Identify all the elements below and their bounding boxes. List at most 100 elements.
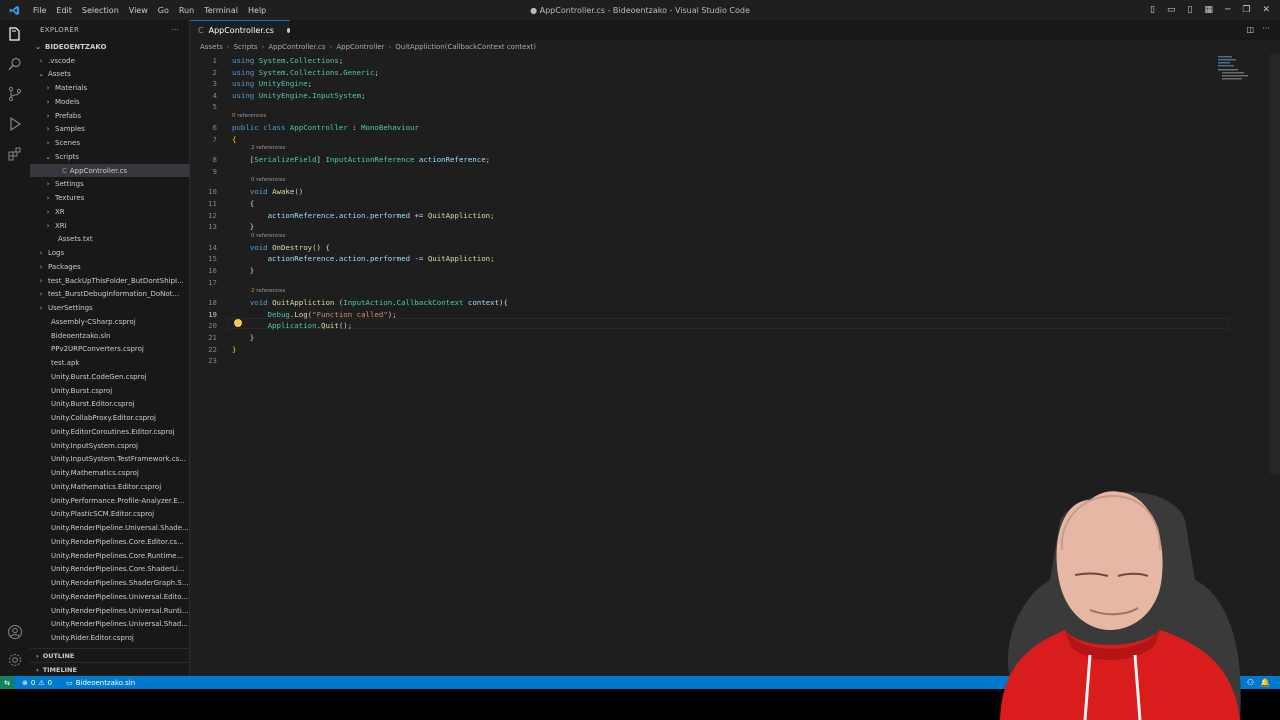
- solution-indicator[interactable]: ▭ Bideoentzako.sln: [66, 679, 135, 687]
- tree-file[interactable]: Unity.EditorCoroutines.Editor.csproj: [30, 425, 190, 438]
- code-line[interactable]: Debug.Log("Function called");: [232, 310, 397, 319]
- workspace-root[interactable]: ⌄ BIDEOENTZAKO: [30, 40, 190, 53]
- tree-file[interactable]: Unity.RenderPipelines.Core.ShaderLi...: [30, 563, 190, 576]
- restore-icon[interactable]: ❐: [1242, 5, 1250, 15]
- tree-folder[interactable]: ⌄ Assets: [30, 68, 190, 81]
- code-line[interactable]: Application.Quit();: [232, 321, 353, 330]
- codelens-references[interactable]: 0 references: [251, 233, 285, 239]
- tree-folder[interactable]: › Packages: [30, 260, 190, 273]
- tree-file[interactable]: Unity.Mathematics.csproj: [30, 467, 190, 480]
- menu-item-help[interactable]: Help: [243, 6, 271, 15]
- problems-indicator[interactable]: ⊗ 0 ⚠ 0: [22, 679, 52, 687]
- menu-item-go[interactable]: Go: [153, 6, 174, 15]
- tree-folder[interactable]: › Prefabs: [30, 109, 190, 122]
- toggle-sidebar-icon[interactable]: ▯: [1150, 5, 1155, 15]
- tree-file[interactable]: Unity.RenderPipeline.Universal.Shade...: [30, 522, 190, 535]
- tree-file[interactable]: Unity.InputSystem.TestFramework.cs...: [30, 453, 190, 466]
- tree-file[interactable]: Unity.RenderPipelines.Universal.Shad...: [30, 618, 190, 631]
- menu-item-file[interactable]: File: [28, 6, 51, 15]
- timeline-section[interactable]: › TIMELINE: [30, 662, 190, 676]
- code-line[interactable]: void OnDestroy() {: [232, 243, 330, 252]
- tree-file[interactable]: Unity.Burst.CodeGen.csproj: [30, 370, 190, 383]
- explorer-icon[interactable]: [7, 26, 23, 42]
- tree-file[interactable]: Assembly-CSharp.csproj: [30, 315, 190, 328]
- breadcrumb-item[interactable]: AppController.cs: [268, 43, 325, 51]
- breadcrumb-item[interactable]: QuitAppliction(CallbackContext context): [395, 43, 536, 51]
- more-actions-icon[interactable]: ···: [171, 26, 179, 34]
- code-line[interactable]: using System.Collections;: [232, 56, 343, 65]
- tree-file[interactable]: Unity.InputSystem.csproj: [30, 439, 190, 452]
- settings-gear-icon[interactable]: [7, 652, 23, 668]
- code-line[interactable]: using System.Collections.Generic;: [232, 68, 379, 77]
- code-line[interactable]: actionReference.action.performed += Quit…: [232, 211, 495, 220]
- tree-folder[interactable]: › Textures: [30, 192, 190, 205]
- tree-folder[interactable]: › Settings: [30, 178, 190, 191]
- tree-file[interactable]: Unity.Burst.Editor.csproj: [30, 398, 190, 411]
- toggle-secondary-sidebar-icon[interactable]: ▯: [1187, 5, 1192, 15]
- toggle-panel-icon[interactable]: ▭: [1167, 5, 1176, 15]
- breadcrumb-item[interactable]: Scripts: [234, 43, 258, 51]
- code-line[interactable]: using UnityEngine.InputSystem;: [232, 91, 366, 100]
- tree-file[interactable]: Unity.Rider.Editor.csproj: [30, 632, 190, 645]
- tree-folder[interactable]: › Materials: [30, 82, 190, 95]
- tree-folder[interactable]: ⌄ Scripts: [30, 150, 190, 163]
- tree-folder[interactable]: › .vscode: [30, 54, 190, 67]
- tree-file[interactable]: Unity.RenderPipelines.Universal.Edito...: [30, 590, 190, 603]
- code-line[interactable]: actionReference.action.performed -= Quit…: [232, 254, 495, 263]
- code-line[interactable]: {: [232, 135, 236, 144]
- code-line[interactable]: }: [232, 345, 236, 354]
- close-icon[interactable]: ✕: [1262, 5, 1270, 15]
- remote-indicator-icon[interactable]: ⇆: [0, 676, 14, 689]
- code-line[interactable]: void Awake(): [232, 187, 303, 196]
- menu-item-edit[interactable]: Edit: [51, 6, 77, 15]
- tree-folder[interactable]: › XRI: [30, 219, 190, 232]
- codelens-references[interactable]: 0 references: [232, 113, 266, 119]
- code-line[interactable]: using UnityEngine;: [232, 79, 312, 88]
- code-line[interactable]: [SerializeField] InputActionReference ac…: [232, 155, 490, 164]
- minimize-icon[interactable]: ─: [1225, 5, 1230, 15]
- editor-more-icon[interactable]: ···: [1262, 24, 1270, 33]
- tree-folder[interactable]: › UserSettings: [30, 302, 190, 315]
- tree-folder[interactable]: › Samples: [30, 123, 190, 136]
- tree-folder[interactable]: › XR: [30, 205, 190, 218]
- tree-file[interactable]: Unity.Mathematics.Editor.csproj: [30, 480, 190, 493]
- tree-file[interactable]: Unity.CollabProxy.Editor.csproj: [30, 412, 190, 425]
- run-debug-icon[interactable]: [7, 116, 23, 132]
- code-line[interactable]: }: [232, 333, 254, 342]
- split-editor-icon[interactable]: ◫: [1246, 25, 1254, 34]
- tree-folder[interactable]: › Models: [30, 95, 190, 108]
- unsaved-dot-icon[interactable]: [286, 28, 290, 33]
- tree-file[interactable]: Unity.RenderPipelines.Universal.Runti...: [30, 604, 190, 617]
- tree-file[interactable]: test.apk: [30, 357, 190, 370]
- tree-folder[interactable]: › Logs: [30, 247, 190, 260]
- codelens-references[interactable]: 0 references: [251, 177, 285, 183]
- breadcrumb-item[interactable]: AppController: [336, 43, 384, 51]
- outline-section[interactable]: › OUTLINE: [30, 648, 190, 662]
- code-line[interactable]: {: [232, 199, 254, 208]
- tree-folder[interactable]: › test_BurstDebugInformation_DoNot...: [30, 288, 190, 301]
- menu-item-view[interactable]: View: [124, 6, 153, 15]
- tree-file[interactable]: Assets.txt: [30, 233, 190, 246]
- menu-item-terminal[interactable]: Terminal: [199, 6, 243, 15]
- tree-file[interactable]: Unity.RenderPipelines.ShaderGraph.S...: [30, 577, 190, 590]
- code-line[interactable]: public class AppController : MonoBehavio…: [232, 123, 419, 132]
- codelens-references[interactable]: 2 references: [251, 288, 285, 294]
- tree-file[interactable]: Bideoentzako.sln: [30, 329, 190, 342]
- tree-file[interactable]: PPv2URPConverters.csproj: [30, 343, 190, 356]
- code-line[interactable]: }: [232, 222, 254, 231]
- code-line[interactable]: void QuitAppliction (InputAction.Callbac…: [232, 298, 508, 307]
- breadcrumb-item[interactable]: Assets: [200, 43, 223, 51]
- account-icon[interactable]: [7, 624, 23, 640]
- tree-folder[interactable]: › test_BackUpThisFolder_ButDontShipI...: [30, 274, 190, 287]
- search-icon[interactable]: [7, 56, 23, 72]
- tree-file[interactable]: Unity.Burst.csproj: [30, 384, 190, 397]
- tree-file[interactable]: C AppController.cs: [30, 164, 190, 177]
- customize-layout-icon[interactable]: ▦: [1204, 5, 1213, 15]
- tree-folder[interactable]: › Scenes: [30, 137, 190, 150]
- source-control-icon[interactable]: [7, 86, 23, 102]
- codelens-references[interactable]: 2 references: [251, 145, 285, 151]
- tab-appcontroller[interactable]: C AppController.cs: [190, 20, 290, 40]
- tree-file[interactable]: Unity.Performance.Profile-Analyzer.E...: [30, 494, 190, 507]
- tree-file[interactable]: Unity.RenderPipelines.Core.Runtime...: [30, 549, 190, 562]
- menu-item-run[interactable]: Run: [174, 6, 199, 15]
